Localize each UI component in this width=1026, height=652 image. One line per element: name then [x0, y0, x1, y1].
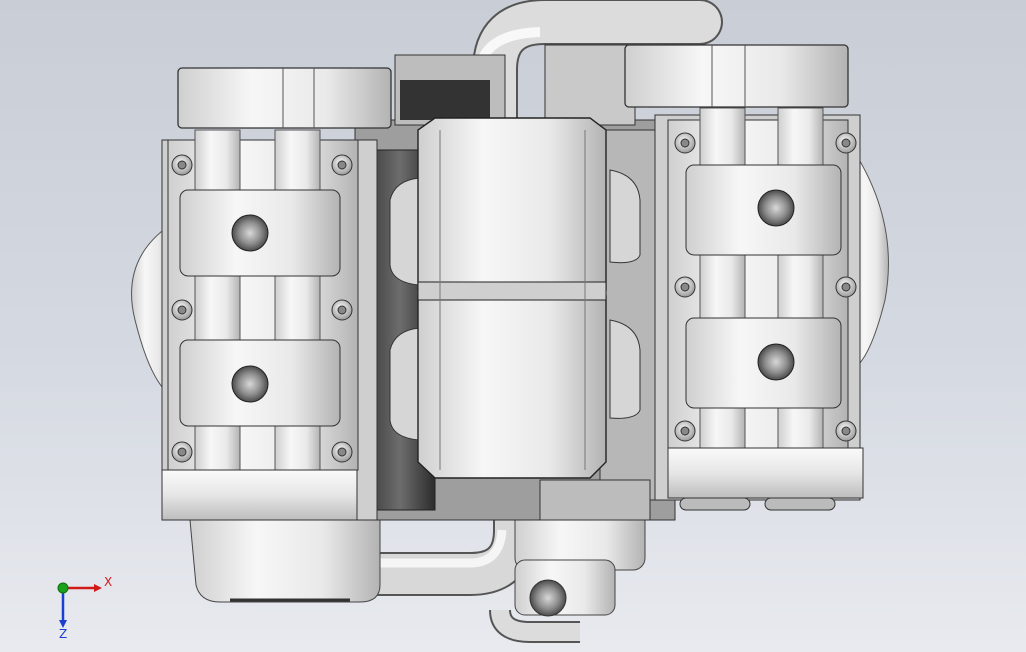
engine-model[interactable]	[0, 0, 1026, 652]
graphics-viewport[interactable]: X Z	[0, 0, 1026, 652]
triad-y-axis	[57, 582, 69, 594]
flywheel-housing[interactable]	[189, 519, 381, 603]
reference-triad[interactable]: X Z	[40, 560, 130, 640]
air-box[interactable]	[417, 117, 607, 479]
triad-x-arrow	[94, 584, 102, 592]
valve-cover-left[interactable]	[177, 67, 392, 129]
triad-x-label: X	[104, 575, 112, 589]
valve-cover-right[interactable]	[624, 44, 849, 108]
triad-z-label: Z	[59, 627, 67, 640]
cylinder-head-right[interactable]	[654, 107, 864, 511]
